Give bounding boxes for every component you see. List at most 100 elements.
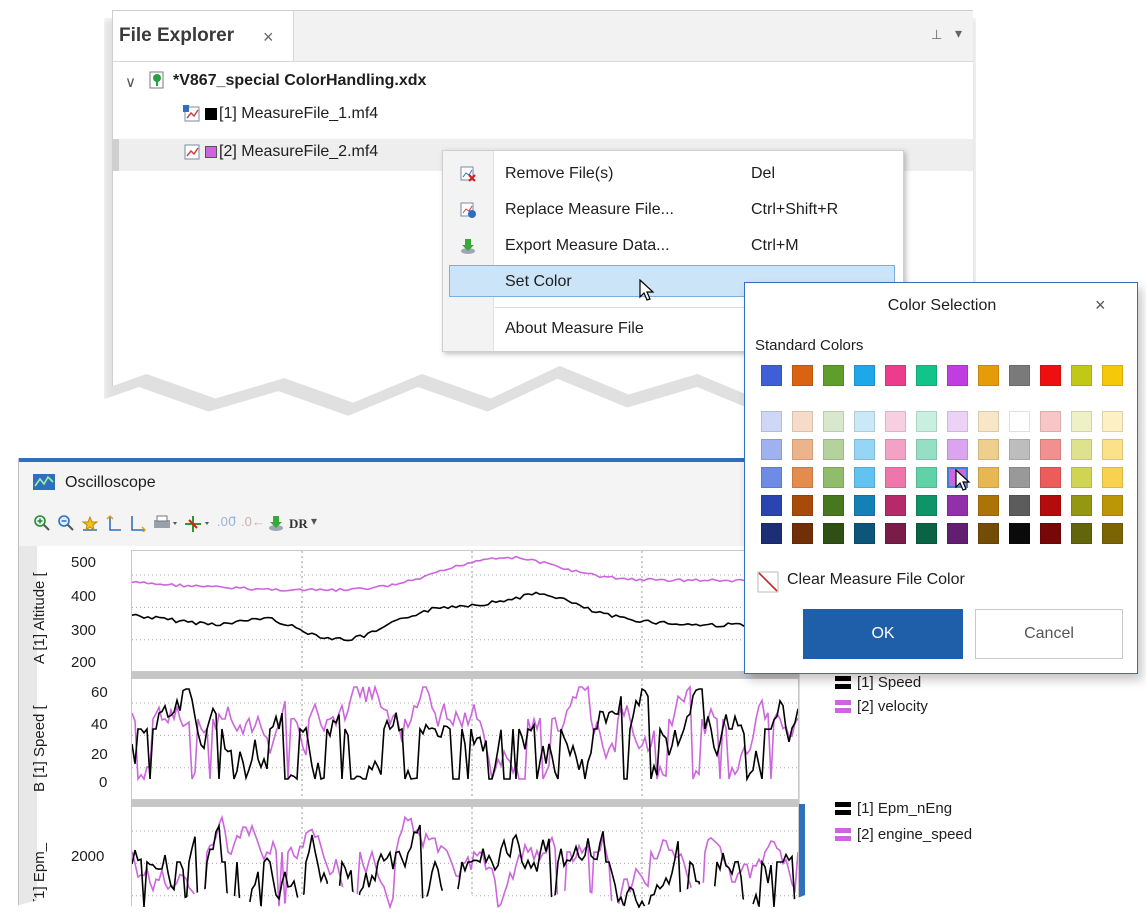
chevron-down-icon[interactable]: ▾ [311,514,317,528]
color-swatch[interactable] [854,411,875,432]
color-swatch[interactable] [885,411,906,432]
color-swatch[interactable] [916,523,937,544]
color-swatch[interactable] [792,365,813,386]
plot-area-epm[interactable] [131,806,799,915]
menu-item-export-measure-data[interactable]: Export Measure Data... Ctrl+M [443,231,901,261]
chevron-down-icon[interactable]: ▾ [955,25,962,42]
color-swatch[interactable] [978,523,999,544]
plot-area-speed[interactable] [131,678,799,800]
color-swatch[interactable] [1071,411,1092,432]
color-swatch[interactable] [823,523,844,544]
data-reduction-button[interactable]: DR [289,516,308,532]
color-swatch[interactable] [916,411,937,432]
menu-item-replace-measure-file[interactable]: Replace Measure File... Ctrl+Shift+R [443,195,901,225]
color-swatch[interactable] [823,411,844,432]
close-icon[interactable]: × [263,27,274,48]
color-swatch[interactable] [916,365,937,386]
tab-file-explorer[interactable]: File Explorer × [113,11,294,61]
menu-item-remove-files[interactable]: Remove File(s) Del [443,159,901,189]
cursor-mode-icon[interactable] [183,514,213,539]
color-swatch[interactable] [1102,439,1123,460]
color-swatch[interactable] [947,411,968,432]
color-swatch[interactable] [854,467,875,488]
color-swatch[interactable] [1009,365,1030,386]
color-swatch[interactable] [947,365,968,386]
color-swatch[interactable] [947,439,968,460]
tree-item-measurefile-1[interactable]: [1] MeasureFile_1.mf4 [183,103,583,129]
color-swatch[interactable] [1009,523,1030,544]
color-swatch[interactable] [761,523,782,544]
color-swatch[interactable] [885,439,906,460]
color-swatch[interactable] [761,365,782,386]
color-swatch[interactable] [978,411,999,432]
color-swatch[interactable] [792,523,813,544]
fit-all-icon[interactable] [81,514,99,537]
color-swatch[interactable] [978,467,999,488]
color-swatch[interactable] [823,365,844,386]
color-swatch[interactable] [916,467,937,488]
color-swatch[interactable] [792,411,813,432]
color-swatch[interactable] [885,365,906,386]
plot-area-altitude[interactable] [131,550,799,672]
color-swatch[interactable] [854,439,875,460]
color-swatch[interactable] [885,495,906,516]
color-swatch[interactable] [1102,365,1123,386]
color-swatch[interactable] [1009,411,1030,432]
color-swatch[interactable] [947,495,968,516]
color-swatch[interactable] [854,495,875,516]
color-swatch[interactable] [823,439,844,460]
color-swatch[interactable] [978,495,999,516]
color-swatch[interactable] [761,411,782,432]
color-swatch[interactable] [978,365,999,386]
color-swatch[interactable] [823,495,844,516]
color-swatch[interactable] [885,467,906,488]
color-swatch[interactable] [1071,523,1092,544]
color-swatch[interactable] [761,467,782,488]
chevron-down-icon[interactable]: ∨ [125,73,136,91]
color-swatch[interactable] [1040,467,1061,488]
color-swatch[interactable] [761,439,782,460]
x-axis-fit-icon[interactable] [129,514,147,537]
color-swatch[interactable] [1040,495,1061,516]
y-axis-fit-icon[interactable] [105,514,123,537]
color-swatch[interactable] [1102,495,1123,516]
color-swatch[interactable] [823,467,844,488]
ok-button[interactable]: OK [803,609,963,659]
pin-icon[interactable]: ⊥ [931,27,942,43]
color-swatch[interactable] [1040,365,1061,386]
print-icon[interactable] [153,514,179,537]
close-icon[interactable]: × [1095,295,1106,316]
color-swatch[interactable] [1040,439,1061,460]
color-swatch[interactable] [885,523,906,544]
color-swatch[interactable] [1009,439,1030,460]
color-swatch[interactable] [916,495,937,516]
color-swatch[interactable] [1040,411,1061,432]
color-swatch[interactable] [854,365,875,386]
color-swatch[interactable] [792,495,813,516]
color-swatch[interactable] [1071,365,1092,386]
clear-color-option[interactable]: Clear Measure File Color [757,571,1146,593]
color-swatch[interactable] [761,495,782,516]
color-swatch[interactable] [916,439,937,460]
decimal-less-icon[interactable]: .0← [241,514,265,529]
color-swatch[interactable] [978,439,999,460]
color-swatch[interactable] [1071,439,1092,460]
export-icon[interactable] [267,514,285,537]
color-swatch[interactable] [1071,467,1092,488]
color-swatch[interactable] [1009,495,1030,516]
color-swatch[interactable] [947,523,968,544]
color-swatch[interactable] [1071,495,1092,516]
zoom-out-icon[interactable] [57,514,75,537]
color-swatch[interactable] [792,467,813,488]
zoom-in-icon[interactable] [33,514,51,537]
cancel-button[interactable]: Cancel [975,609,1123,659]
color-swatch[interactable] [1102,411,1123,432]
color-swatch[interactable] [1102,523,1123,544]
project-name[interactable]: *V867_special ColorHandling.xdx [173,72,426,90]
color-swatch[interactable] [1102,467,1123,488]
color-swatch[interactable] [1040,523,1061,544]
color-swatch[interactable] [1009,467,1030,488]
color-swatch[interactable] [792,439,813,460]
decimal-more-icon[interactable]: .00⃗ [217,514,236,530]
color-swatch[interactable] [854,523,875,544]
